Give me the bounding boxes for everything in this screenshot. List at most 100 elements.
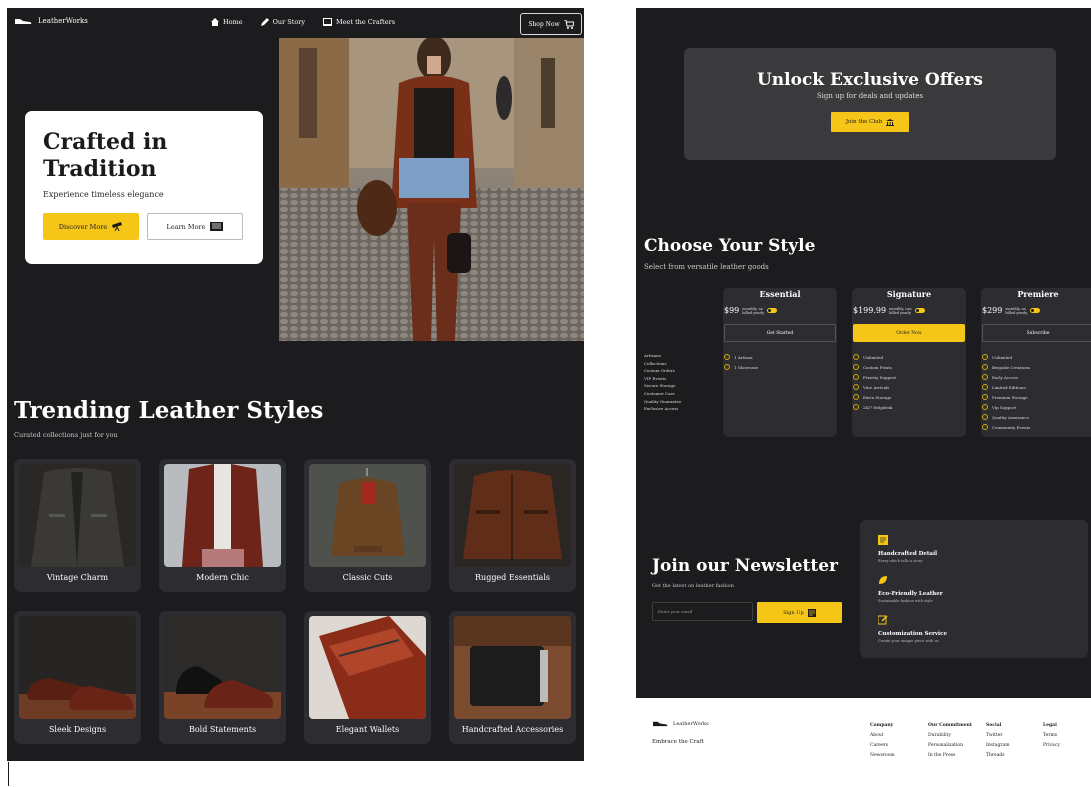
plan-item: 1 Showcase bbox=[724, 362, 837, 372]
join-club-label: Join the Club bbox=[845, 119, 883, 125]
learn-more-button[interactable]: Learn More bbox=[147, 213, 243, 240]
scroll-icon bbox=[878, 535, 888, 545]
feature-list: Artisans Collections Custom Orders VIP E… bbox=[644, 352, 681, 413]
product-label: Elegant Wallets bbox=[335, 725, 400, 734]
footer-link[interactable]: Newsroom bbox=[870, 751, 895, 761]
check-icon bbox=[853, 374, 859, 380]
shoe-icon bbox=[653, 721, 668, 727]
product-card-rugged-essentials[interactable]: Rugged Essentials bbox=[449, 459, 576, 592]
footer-link[interactable]: Personalization bbox=[928, 741, 972, 751]
feature-label: Exclusive Access bbox=[644, 406, 679, 412]
plan-item-label: Limited Editions bbox=[992, 384, 1026, 390]
footer-column-commitment: Our Commitment Durability Personalizatio… bbox=[928, 721, 972, 761]
sign-up-button[interactable]: Sign Up bbox=[757, 602, 842, 623]
email-input[interactable]: Enter your email bbox=[652, 602, 753, 621]
footer-column-social: Social Twitter Instagram Threads bbox=[986, 721, 1009, 761]
discover-more-button[interactable]: Discover More bbox=[43, 213, 139, 240]
plan-note: billed yearly bbox=[742, 310, 765, 315]
footer-column-company: Company About Careers Newsroom bbox=[870, 721, 895, 761]
footer-link[interactable]: Durability bbox=[928, 731, 972, 741]
nav-link-our-story[interactable]: Our Story bbox=[260, 18, 305, 26]
footer-link[interactable]: About bbox=[870, 731, 895, 741]
plan-items: Unlimited Custom Prints Priority Support… bbox=[852, 352, 966, 412]
plan-item-label: Community Events bbox=[992, 424, 1031, 430]
feature-label: VIP Events bbox=[644, 375, 667, 381]
product-card-sleek-designs[interactable]: Sleek Designs bbox=[14, 611, 141, 744]
billing-toggle[interactable] bbox=[914, 308, 925, 313]
footer-link[interactable]: Terms bbox=[1043, 731, 1060, 741]
plan-name: Signature bbox=[886, 289, 932, 299]
top-navbar: LeatherWorks Home Our Story Meet the Cra… bbox=[7, 8, 584, 38]
footer-column-legal: Legal Terms Privacy bbox=[1043, 721, 1060, 751]
footer-link[interactable]: Privacy bbox=[1043, 741, 1060, 751]
product-image bbox=[19, 616, 136, 719]
feature-label: Customer Care bbox=[644, 390, 675, 396]
sign-up-label: Sign Up bbox=[783, 609, 804, 616]
plan-item: 24/7 Helpdesk bbox=[853, 402, 966, 412]
plan-card-premiere: Premiere $299 monthly, no billed yearly S… bbox=[981, 288, 1091, 437]
plan-item-label: Unlimited bbox=[863, 354, 884, 360]
footer-heading: Legal bbox=[1043, 723, 1057, 728]
join-club-button[interactable]: Join the Club bbox=[831, 112, 909, 132]
plan-item-label: 1 Showcase bbox=[734, 364, 759, 370]
product-label: Vintage Charm bbox=[46, 573, 109, 582]
shop-now-button[interactable]: Shop Now bbox=[520, 13, 582, 35]
product-label: Handcrafted Accessories bbox=[461, 725, 564, 734]
feature-label: Custom Orders bbox=[644, 368, 675, 374]
footer-tagline: Embrace the Craft bbox=[652, 739, 704, 745]
product-card-bold-statements[interactable]: Bold Statements bbox=[159, 611, 286, 744]
product-image bbox=[309, 616, 426, 719]
plan-item-label: Bespoke Creations bbox=[992, 364, 1031, 370]
footer-link[interactable]: In the Press bbox=[928, 751, 972, 761]
plan-item-label: 24/7 Helpdesk bbox=[863, 404, 893, 410]
footer-link[interactable]: Instagram bbox=[986, 741, 1009, 751]
product-card-vintage-charm[interactable]: Vintage Charm bbox=[14, 459, 141, 592]
leaf-icon bbox=[879, 576, 887, 584]
check-icon bbox=[982, 364, 988, 370]
footer-brand[interactable]: LeatherWorks bbox=[652, 720, 709, 727]
pen-icon bbox=[260, 18, 269, 26]
plan-item: 1 Artisan bbox=[724, 352, 837, 362]
feature-label: Secure Storage bbox=[644, 383, 676, 389]
footer-link[interactable]: Threads bbox=[986, 751, 1009, 761]
book-icon bbox=[210, 222, 224, 231]
product-card-elegant-wallets[interactable]: Elegant Wallets bbox=[304, 611, 431, 744]
subscribe-button[interactable]: Subscribe bbox=[982, 324, 1091, 342]
product-image bbox=[454, 616, 571, 719]
plan-item-label: Early Access bbox=[992, 374, 1018, 380]
product-card-modern-chic[interactable]: Modern Chic bbox=[159, 459, 286, 592]
footer-link[interactable]: Twitter bbox=[986, 731, 1009, 741]
plan-item: Priority Support bbox=[853, 372, 966, 382]
plan-price: $199.99 bbox=[853, 306, 887, 315]
plan-item-label: Quality Assurance bbox=[992, 414, 1029, 420]
billing-toggle[interactable] bbox=[767, 308, 778, 313]
landing-page-right: Unlock Exclusive Offers Sign up for deal… bbox=[636, 8, 1091, 698]
plan-item-label: Premium Storage bbox=[992, 394, 1028, 400]
hero-title-line-2: Tradition bbox=[43, 156, 157, 182]
plan-items: 1 Artisan 1 Showcase bbox=[723, 352, 837, 372]
order-now-button[interactable]: Order Now bbox=[853, 324, 965, 342]
benefits-card: Handcrafted Detail Every stitch tells a … bbox=[860, 520, 1088, 658]
check-icon bbox=[853, 384, 859, 390]
benefit-title: Handcrafted Detail bbox=[878, 551, 938, 557]
get-started-button[interactable]: Get Started bbox=[724, 324, 836, 342]
product-card-handcrafted-accessories[interactable]: Handcrafted Accessories bbox=[449, 611, 576, 744]
product-card-classic-cuts[interactable]: Classic Cuts bbox=[304, 459, 431, 592]
nav-link-home[interactable]: Home bbox=[211, 18, 243, 26]
plan-price: $99 bbox=[724, 306, 740, 315]
edit-icon bbox=[877, 615, 888, 625]
nav-link-meet-crafters[interactable]: Meet the Crafters bbox=[323, 18, 395, 26]
brand-logo[interactable]: LeatherWorks bbox=[14, 17, 88, 25]
benefit-desc: Create your unique piece with us bbox=[878, 639, 939, 643]
bank-icon bbox=[886, 118, 895, 126]
billing-toggle[interactable] bbox=[1030, 308, 1041, 313]
plan-note: billed yearly bbox=[889, 310, 912, 315]
discover-more-label: Discover More bbox=[58, 222, 108, 231]
hero-title-line-1: Crafted in bbox=[43, 129, 168, 155]
product-label: Bold Statements bbox=[188, 725, 257, 734]
benefit-item: Handcrafted Detail Every stitch tells a … bbox=[878, 530, 1088, 563]
benefit-desc: Every stitch tells a story bbox=[878, 559, 923, 563]
footer-link[interactable]: Careers bbox=[870, 741, 895, 751]
hero-title: Crafted in Tradition bbox=[43, 129, 245, 183]
hero-subtitle: Experience timeless elegance bbox=[43, 190, 164, 199]
